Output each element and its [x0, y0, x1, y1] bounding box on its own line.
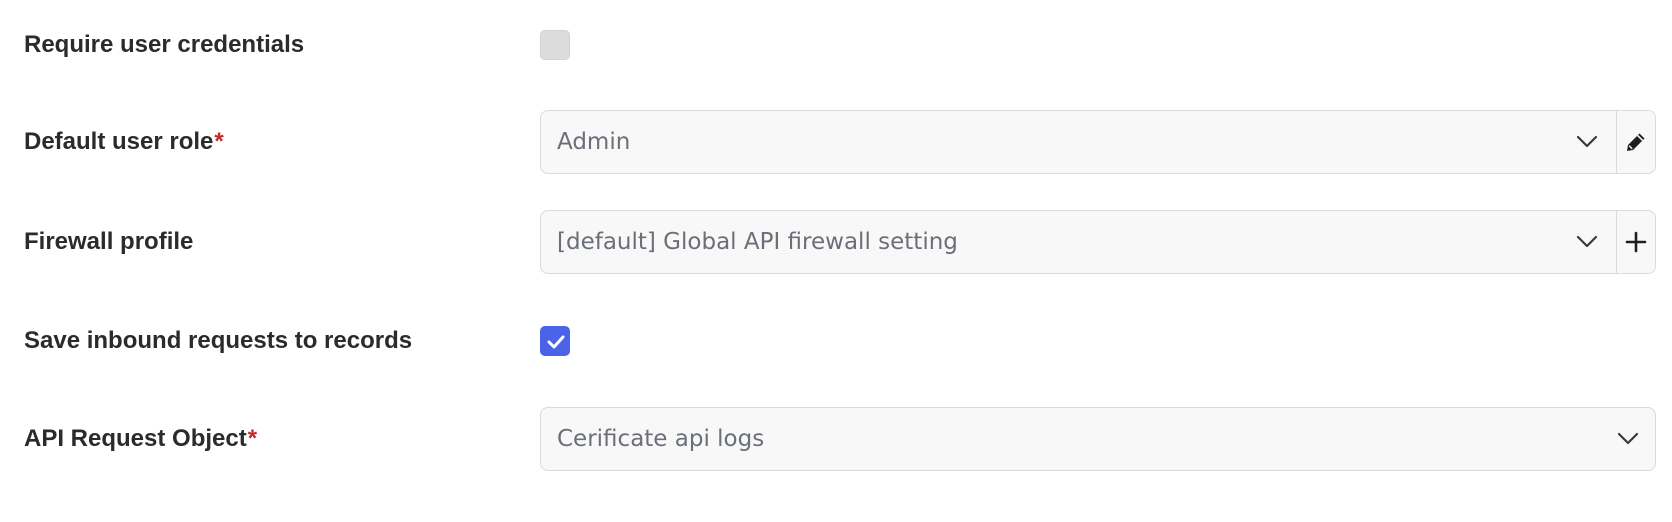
default-user-role-select[interactable]: Admin	[541, 111, 1616, 173]
firewall-profile-field: [default] Global API firewall setting	[540, 210, 1656, 274]
api-request-object-select[interactable]: Cerificate api logs	[541, 408, 1655, 470]
settings-form: Require user credentials Default user ro…	[0, 0, 1672, 522]
chevron-down-icon	[1617, 432, 1639, 445]
default-user-role-field: Admin	[540, 110, 1656, 174]
pencil-icon	[1627, 133, 1645, 151]
plus-icon	[1625, 231, 1647, 253]
chevron-down-icon	[1576, 135, 1598, 148]
firewall-profile-value: [default] Global API firewall setting	[557, 229, 958, 255]
require-credentials-label: Require user credentials	[24, 31, 305, 58]
save-inbound-label: Save inbound requests to records	[24, 327, 413, 354]
firewall-profile-label: Firewall profile	[24, 228, 194, 255]
required-asterisk: *	[214, 128, 224, 155]
api-request-object-label: API Request Object*	[24, 425, 258, 452]
default-user-role-value: Admin	[557, 129, 631, 155]
add-firewall-profile-button[interactable]	[1616, 211, 1655, 273]
api-request-object-value: Cerificate api logs	[557, 426, 765, 452]
required-asterisk: *	[247, 425, 258, 452]
save-inbound-checkbox[interactable]	[540, 326, 570, 356]
firewall-profile-select[interactable]: [default] Global API firewall setting	[541, 211, 1616, 273]
default-user-role-label: Default user role*	[24, 128, 224, 155]
require-credentials-checkbox[interactable]	[540, 30, 570, 60]
edit-role-button[interactable]	[1616, 111, 1655, 173]
api-request-object-field: Cerificate api logs	[540, 407, 1656, 471]
chevron-down-icon	[1576, 235, 1598, 248]
checkmark-icon	[547, 335, 565, 349]
